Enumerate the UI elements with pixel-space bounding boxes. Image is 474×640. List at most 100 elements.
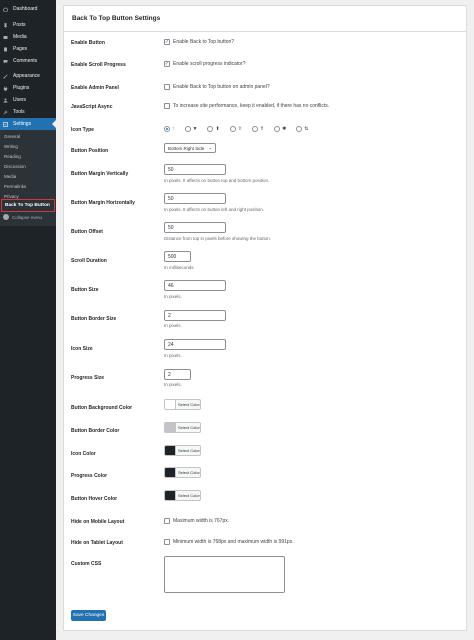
- label-hover-color: Button Hover Color: [71, 496, 118, 502]
- js-async-text: To increase site performance, keep it en…: [173, 103, 330, 109]
- sidebar-item-label: Media: [13, 34, 27, 40]
- sidebar-item-media[interactable]: Media: [0, 31, 56, 43]
- icon-color-picker[interactable]: Select Color: [164, 445, 201, 456]
- button-size-input[interactable]: 46: [164, 280, 226, 291]
- icon-type-option[interactable]: ⇅: [296, 126, 308, 132]
- radio-button[interactable]: [274, 126, 281, 132]
- margin-horizontal-input[interactable]: 50: [164, 193, 226, 204]
- color-swatch: [165, 446, 176, 455]
- label-enable-button: Enable Button: [71, 40, 105, 46]
- margin-vertical-input[interactable]: 50: [164, 164, 226, 175]
- border-size-desc: In pixels.: [164, 323, 182, 328]
- radio-button[interactable]: [184, 126, 191, 132]
- select-color-button: Select Color: [178, 402, 200, 407]
- sidebar-item-posts[interactable]: Posts: [0, 19, 56, 31]
- label-progress-color: Progress Color: [71, 473, 108, 479]
- enable-button-checkbox[interactable]: ✓: [164, 39, 170, 45]
- border-color-picker[interactable]: Select Color: [164, 422, 201, 433]
- label-icon-size: Icon Size: [71, 346, 93, 352]
- sidebar-item-tools[interactable]: Tools: [0, 106, 56, 118]
- scroll-progress-field: ✓ Enable scroll progress indicator?: [164, 61, 246, 67]
- triangle-down-icon: ▼: [192, 126, 198, 132]
- sidebar-item-appearance[interactable]: Appearance: [0, 70, 56, 82]
- radio-button[interactable]: [229, 126, 236, 132]
- outline-arrow-up-icon: ⇧: [237, 126, 242, 132]
- select-color-button: Select Color: [178, 470, 200, 475]
- color-swatch: [165, 423, 176, 432]
- bg-color-picker[interactable]: Select Color: [164, 399, 201, 410]
- admin-panel-checkbox[interactable]: [164, 84, 170, 90]
- save-changes-button[interactable]: Save Changes: [71, 610, 106, 621]
- icon-size-desc: In pixels.: [164, 353, 182, 358]
- icon-type-option[interactable]: ⇧: [229, 126, 242, 132]
- label-icon-color: Icon Color: [71, 451, 96, 457]
- sidebar-item-dashboard[interactable]: Dashboard: [0, 3, 56, 15]
- label-margin-vertical: Button Margin Vertically: [71, 171, 129, 177]
- sidebar-item-label: Plugins: [13, 85, 30, 91]
- brush-icon: [3, 74, 8, 79]
- settings-icon: [3, 121, 8, 127]
- hide-tablet-checkbox[interactable]: [164, 539, 170, 545]
- star-icon: ✱: [282, 126, 287, 132]
- collapse-menu-button[interactable]: Collapse menu: [3, 214, 42, 220]
- label-scroll-progress: Enable Scroll Progress: [71, 62, 126, 68]
- sidebar-item-label: Tools: [13, 109, 25, 115]
- radio-button[interactable]: [164, 126, 170, 132]
- submenu-item-general[interactable]: General: [4, 134, 20, 139]
- settings-panel: Back To Top Button Settings Enable Butto…: [63, 5, 467, 631]
- margin-vertical-desc: In pixels. It affects on button top and …: [164, 178, 270, 183]
- collapse-icon: [3, 214, 9, 220]
- arrow-up-icon: ↑: [172, 126, 175, 132]
- scroll-progress-text: Enable scroll progress indicator?: [173, 61, 246, 67]
- hover-color-picker[interactable]: Select Color: [164, 490, 201, 501]
- label-button-offset: Button Offset: [71, 229, 103, 235]
- sidebar-item-label: Comments: [13, 58, 38, 64]
- submenu-item-reading[interactable]: Reading: [4, 154, 21, 159]
- sidebar-item-label: Appearance: [13, 73, 40, 79]
- js-async-checkbox[interactable]: [164, 103, 170, 109]
- button-size-desc: In pixels.: [164, 294, 182, 299]
- radio-button[interactable]: [251, 126, 258, 132]
- icon-type-option[interactable]: ⬆: [207, 126, 220, 132]
- sidebar-item-plugins[interactable]: Plugins: [0, 82, 56, 94]
- hide-tablet-field: Minimum width is 768px and maximum width…: [164, 539, 294, 545]
- label-hide-mobile: Hide on Mobile Layout: [71, 519, 125, 525]
- custom-css-textarea[interactable]: [164, 556, 285, 593]
- pin-icon: [3, 22, 8, 28]
- sidebar-item-label: Pages: [13, 46, 28, 52]
- sidebar-item-pages[interactable]: Pages: [0, 43, 56, 55]
- js-async-field: To increase site performance, keep it en…: [164, 103, 329, 109]
- label-border-color: Button Border Color: [71, 428, 120, 434]
- select-color-button: Select Color: [178, 493, 200, 498]
- icon-type-option[interactable]: ▼: [184, 126, 198, 132]
- progress-size-input[interactable]: 2: [164, 369, 191, 380]
- border-size-input[interactable]: 2: [164, 310, 226, 321]
- label-margin-horizontal: Button Margin Horizontally: [71, 200, 135, 206]
- sidebar-item-label: Settings: [13, 121, 32, 127]
- label-bg-color: Button Background Color: [71, 405, 133, 411]
- submenu-item-permalinks[interactable]: Permalinks: [4, 184, 26, 189]
- radio-button[interactable]: [296, 126, 303, 132]
- sidebar-item-comments[interactable]: Comments: [0, 55, 56, 67]
- icon-type-option[interactable]: ✱: [274, 126, 286, 132]
- button-position-select[interactable]: Bottom Right Side ⌄: [164, 143, 216, 153]
- submenu-item-writing[interactable]: Writing: [4, 144, 18, 149]
- sidebar-item-settings[interactable]: Settings: [0, 118, 56, 130]
- submenu-item-discussion[interactable]: Discussion: [4, 164, 26, 169]
- button-offset-input[interactable]: 50: [164, 222, 226, 233]
- label-progress-size: Progress Size: [71, 375, 105, 381]
- submenu-item-media[interactable]: Media: [4, 174, 16, 179]
- margin-horizontal-desc: In pixels. It affects on button left and…: [164, 207, 264, 212]
- color-swatch: [165, 491, 176, 500]
- admin-panel-text: Enable Back to Top button on admin panel…: [173, 84, 270, 90]
- icon-type-option[interactable]: ⇑: [251, 126, 264, 132]
- icon-type-option[interactable]: ↑: [164, 126, 175, 132]
- submenu-item-back-to-top[interactable]: Back To Top Button: [1, 199, 55, 212]
- scroll-duration-input[interactable]: 500: [164, 251, 191, 262]
- progress-color-picker[interactable]: Select Color: [164, 467, 201, 478]
- scroll-progress-checkbox[interactable]: ✓: [164, 61, 170, 67]
- icon-size-input[interactable]: 24: [164, 339, 226, 350]
- radio-button[interactable]: [207, 126, 214, 132]
- sidebar-item-users[interactable]: Users: [0, 94, 56, 106]
- hide-mobile-checkbox[interactable]: [164, 518, 170, 524]
